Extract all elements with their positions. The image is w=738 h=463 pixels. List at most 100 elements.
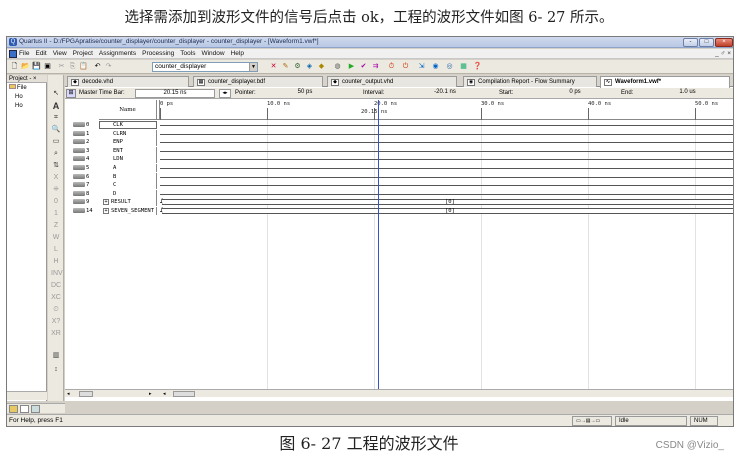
find-icon[interactable]: ⌕ bbox=[51, 149, 61, 159]
sopc-builder-icon[interactable]: ◎ bbox=[445, 62, 454, 71]
signal-waveform[interactable] bbox=[160, 150, 733, 152]
clock-value-icon[interactable]: ⏲ bbox=[51, 305, 61, 315]
copy-icon[interactable]: ⎘ bbox=[68, 62, 77, 71]
signal-row[interactable]: 8D bbox=[65, 189, 733, 198]
expand-bus-icon[interactable]: + bbox=[103, 199, 109, 206]
undo-icon[interactable]: ↶ bbox=[93, 62, 102, 71]
forcing-high-icon[interactable]: 1 bbox=[51, 209, 61, 219]
master-time-cursor[interactable] bbox=[378, 100, 379, 389]
zoom-tool-icon[interactable]: 🔍 bbox=[51, 125, 61, 135]
signal-row[interactable]: 1 CLRN bbox=[65, 129, 733, 138]
fitter-icon[interactable]: ⇉ bbox=[371, 62, 380, 71]
stop-icon[interactable]: ◍ bbox=[333, 62, 342, 71]
tree-item-hierarchy-2[interactable]: Ho bbox=[7, 102, 47, 111]
signal-name-cell[interactable] bbox=[99, 121, 157, 129]
menu-edit[interactable]: Edit bbox=[35, 49, 46, 59]
sort-az-icon[interactable]: ⇅ bbox=[51, 161, 61, 171]
assignment-editor-icon[interactable]: ✕ bbox=[269, 62, 278, 71]
tab-counter-displayer-bdf[interactable]: ▦ counter_displayer.bdf bbox=[193, 76, 323, 87]
weak-unknown-icon[interactable]: W bbox=[51, 233, 61, 243]
full-screen-icon[interactable]: ▭ bbox=[51, 137, 61, 147]
signal-waveform[interactable] bbox=[160, 193, 733, 195]
signal-row[interactable]: 4 LDN bbox=[65, 155, 733, 164]
tree-item-files[interactable]: File bbox=[7, 84, 47, 93]
rtl-viewer-icon[interactable]: ⇲ bbox=[417, 62, 426, 71]
minimize-button[interactable]: - bbox=[683, 38, 698, 47]
cut-icon[interactable]: ✂ bbox=[57, 62, 66, 71]
tab-decode-vhd[interactable]: ◆ decode.vhd bbox=[67, 76, 189, 87]
chevron-down-icon[interactable]: ▼ bbox=[249, 63, 257, 71]
timing-analyzer-icon[interactable]: ⏱ bbox=[387, 62, 396, 71]
design-units-tab-icon[interactable] bbox=[31, 405, 40, 413]
invert-icon[interactable]: INV bbox=[51, 269, 63, 279]
project-panel-scrollbar[interactable] bbox=[7, 391, 47, 400]
count-value-icon[interactable]: XC bbox=[51, 293, 61, 303]
paste-icon[interactable]: 📋 bbox=[79, 62, 88, 71]
signal-row[interactable]: 5A bbox=[65, 164, 733, 172]
start-compilation-icon[interactable]: ▶ bbox=[347, 62, 356, 71]
signal-name-cell[interactable] bbox=[99, 138, 157, 147]
signal-waveform[interactable] bbox=[160, 168, 733, 169]
pin-planner-icon[interactable]: ✎ bbox=[281, 62, 290, 71]
save-all-icon[interactable]: ▣ bbox=[43, 62, 52, 71]
name-column-header[interactable]: Name bbox=[99, 100, 157, 120]
text-tool-icon[interactable]: A bbox=[51, 101, 61, 111]
megawizard-icon[interactable]: ▦ bbox=[459, 62, 468, 71]
weak-low-icon[interactable]: L bbox=[51, 245, 61, 255]
menu-view[interactable]: View bbox=[53, 49, 67, 59]
menu-window[interactable]: Window bbox=[201, 49, 224, 59]
settings-icon[interactable]: ⚙ bbox=[293, 62, 302, 71]
simulator-icon[interactable]: ⏻ bbox=[401, 62, 410, 71]
design-partition-icon[interactable]: ◆ bbox=[317, 62, 326, 71]
signal-waveform[interactable] bbox=[160, 176, 733, 178]
scroll-left-icon[interactable]: ◂ bbox=[67, 391, 73, 397]
signal-row[interactable]: 6B bbox=[65, 172, 733, 181]
chip-planner-icon[interactable]: ◈ bbox=[305, 62, 314, 71]
project-combo[interactable]: counter_displayer ▼ bbox=[152, 62, 258, 72]
analysis-synthesis-icon[interactable]: ✔ bbox=[359, 62, 368, 71]
signal-row[interactable]: 9 + RESULT ([0] bbox=[65, 198, 733, 207]
menu-processing[interactable]: Processing bbox=[142, 49, 174, 59]
weak-high-icon[interactable]: H bbox=[51, 257, 61, 267]
signal-row[interactable]: 3 ENT bbox=[65, 146, 733, 155]
menu-tools[interactable]: Tools bbox=[180, 49, 195, 59]
name-scroll-thumb[interactable] bbox=[79, 391, 93, 397]
mdi-controls[interactable]: _ ♂ × bbox=[715, 49, 731, 59]
time-ruler[interactable]: 0 ps 10.0 ns 20.0 ns 30.0 ns 40.0 ns 50.0 ns 2… bbox=[160, 100, 733, 120]
time-bar-nav-arrows[interactable]: ◂▸ bbox=[219, 89, 231, 98]
files-tab-icon[interactable] bbox=[20, 405, 29, 413]
forcing-low-icon[interactable]: 0 bbox=[51, 197, 61, 207]
tab-compilation-report[interactable]: ◉ Compilation Report - Flow Summary bbox=[463, 76, 597, 87]
signal-name-cell[interactable] bbox=[99, 164, 157, 172]
menu-project[interactable]: Project bbox=[73, 49, 93, 59]
high-impedance-icon[interactable]: Z bbox=[51, 221, 61, 231]
group-icon[interactable]: ▥ bbox=[51, 351, 61, 361]
menu-assignments[interactable]: Assignments bbox=[99, 49, 136, 59]
signal-row[interactable]: 7C bbox=[65, 181, 733, 190]
signal-waveform[interactable] bbox=[160, 142, 733, 144]
tab-waveform1-vwf[interactable]: ∿ Waveform1.vwf* bbox=[600, 76, 730, 88]
signal-row[interactable]: 0 CLK bbox=[65, 121, 733, 129]
maximize-button[interactable]: □ bbox=[699, 38, 714, 47]
signal-row[interactable]: 14 + SEVEN_SEGMENT ([0] bbox=[65, 207, 733, 215]
signal-name-cell[interactable] bbox=[99, 129, 157, 138]
help-icon[interactable]: ❓ bbox=[473, 62, 482, 71]
tree-item-hierarchy[interactable]: Ho bbox=[7, 93, 47, 102]
expand-bus-icon[interactable]: + bbox=[103, 208, 109, 214]
signal-name-cell[interactable] bbox=[99, 155, 157, 164]
random-value-icon[interactable]: XR bbox=[51, 329, 61, 339]
forcing-unknown-icon[interactable]: ⁜ bbox=[51, 185, 61, 195]
signal-name-cell[interactable] bbox=[99, 189, 157, 198]
wave-scroll-left-icon[interactable]: ◂ bbox=[163, 391, 169, 397]
close-button[interactable]: × bbox=[715, 38, 733, 47]
sort-icon[interactable]: ↕ bbox=[51, 365, 61, 375]
signal-row[interactable]: 2 ENP bbox=[65, 138, 733, 147]
save-icon[interactable]: 💾 bbox=[32, 62, 41, 71]
arbitrary-value-icon[interactable]: X? bbox=[51, 317, 61, 327]
time-bar-icon[interactable]: ⊞ bbox=[66, 89, 76, 98]
signal-waveform[interactable] bbox=[160, 159, 733, 161]
scroll-right-icon[interactable]: ▸ bbox=[149, 391, 155, 397]
signal-waveform[interactable] bbox=[160, 133, 733, 135]
dont-care-icon[interactable]: DC bbox=[51, 281, 61, 291]
signal-name-cell[interactable] bbox=[99, 146, 157, 155]
